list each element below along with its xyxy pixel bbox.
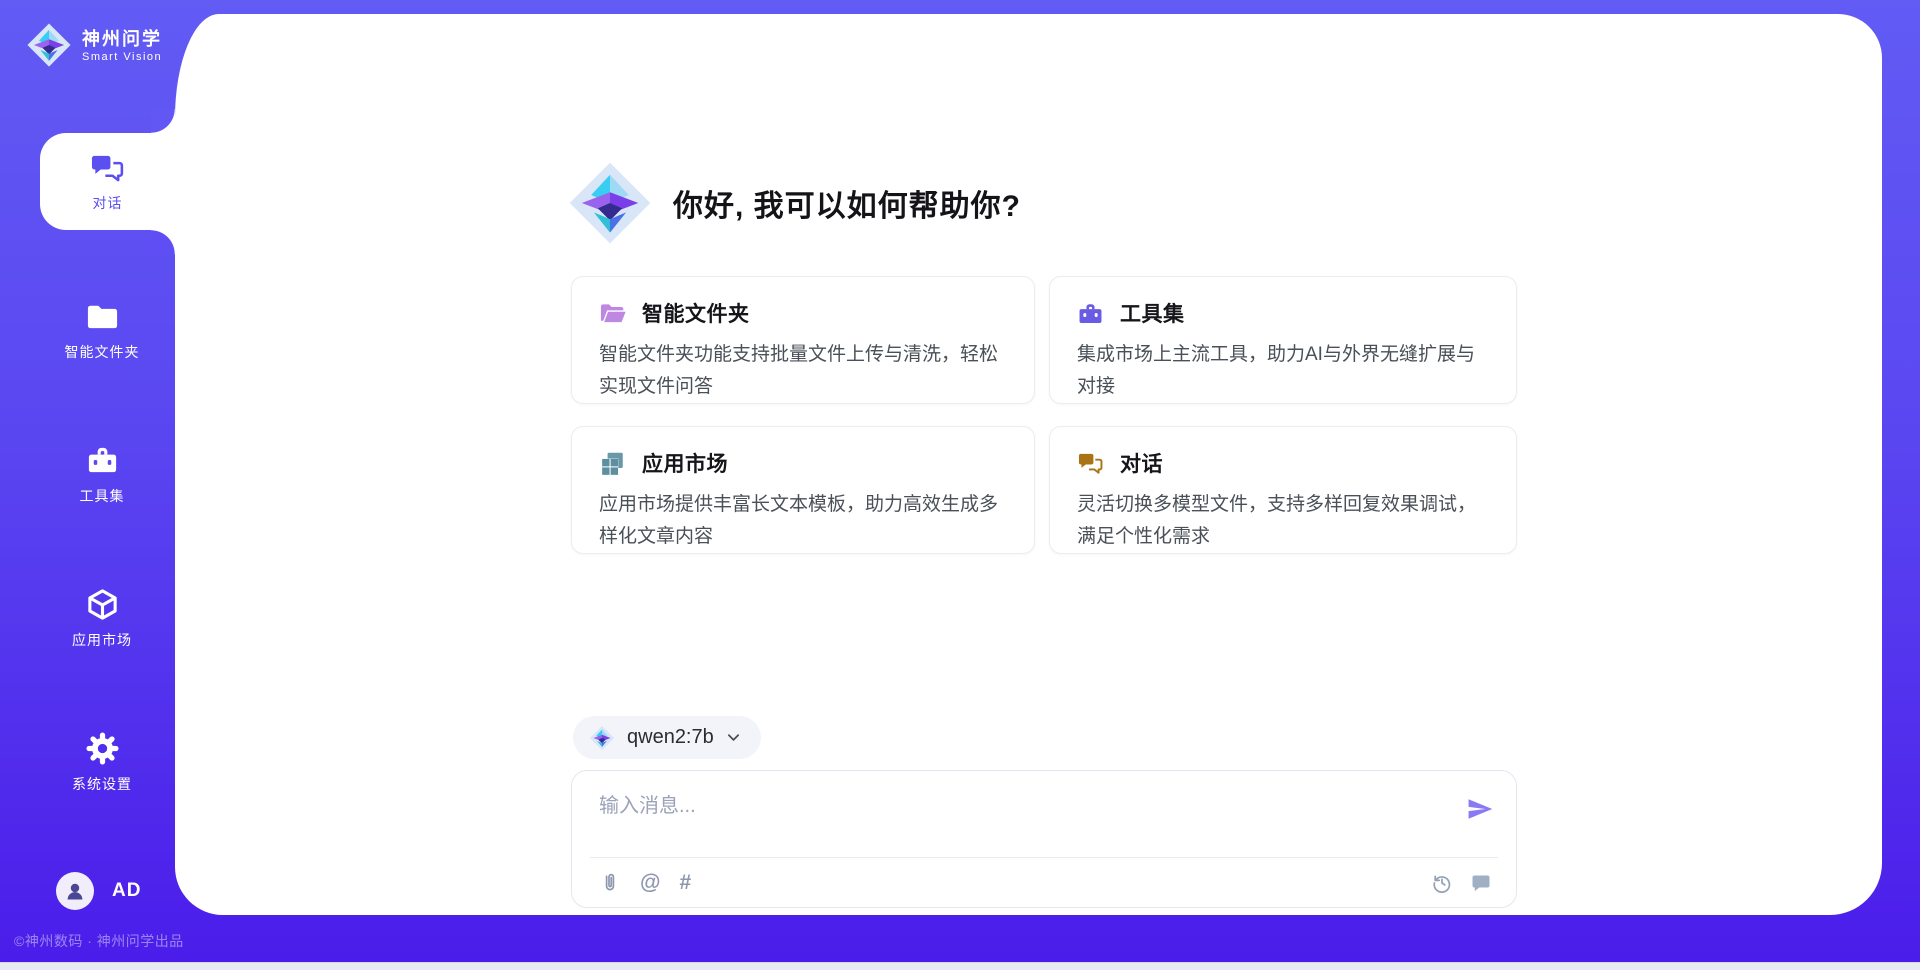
card-title: 智能文件夹 — [642, 298, 750, 328]
send-icon[interactable] — [1466, 795, 1494, 823]
folder-open-icon — [599, 301, 626, 326]
chat-icon — [90, 151, 125, 186]
card-title: 应用市场 — [642, 448, 728, 478]
sidebar-item-label: 智能文件夹 — [65, 342, 140, 362]
copyright-text: ©神州数码 · 神州问学出品 — [14, 931, 184, 951]
history-icon[interactable] — [1431, 872, 1453, 894]
card-smart-folder[interactable]: 智能文件夹 智能文件夹功能支持批量文件上传与清洗，轻松实现文件问答 — [571, 276, 1035, 404]
model-gem-icon — [589, 725, 615, 751]
card-title: 对话 — [1120, 448, 1163, 478]
card-chat[interactable]: 对话 灵活切换多模型文件，支持多样回复效果调试，满足个性化需求 — [1049, 426, 1517, 554]
card-app-market[interactable]: 应用市场 应用市场提供丰富长文本模板，助力高效生成多样化文章内容 — [571, 426, 1035, 554]
avatar — [56, 872, 94, 910]
greeting-title: 你好, 我可以如何帮助你? — [673, 181, 1021, 225]
folder-icon — [85, 299, 120, 334]
sidebar-item-smart-folder[interactable]: 智能文件夹 — [28, 284, 176, 376]
tab-fillet-top — [151, 109, 175, 133]
chat-icon — [1077, 451, 1104, 476]
cube-icon — [85, 587, 120, 622]
sidebar-item-label: 对话 — [93, 193, 123, 213]
composer-divider — [590, 857, 1498, 858]
model-selector[interactable]: qwen2:7b — [573, 716, 761, 759]
window-bottom-edge — [0, 962, 1920, 970]
sidebar-item-chat[interactable]: 对话 — [40, 133, 175, 230]
brand-logo: 神州问学 Smart Vision — [26, 22, 162, 68]
greeting: 你好, 我可以如何帮助你? — [567, 160, 1021, 246]
sidebar-item-app-market[interactable]: 应用市场 — [28, 572, 176, 664]
card-description: 智能文件夹功能支持批量文件上传与清洗，轻松实现文件问答 — [599, 339, 1008, 403]
app-window: 神州问学 Smart Vision 对话 智能文件夹 — [0, 0, 1920, 970]
card-toolset[interactable]: 工具集 集成市场上主流工具，助力AI与外界无缝扩展与对接 — [1049, 276, 1517, 404]
user-icon — [63, 879, 87, 903]
toolbox-icon — [85, 443, 120, 478]
user-name: AD — [112, 880, 141, 902]
sidebar-item-toolset[interactable]: 工具集 — [28, 428, 176, 520]
gear-icon — [85, 731, 120, 766]
sidebar-item-settings[interactable]: 系统设置 — [28, 716, 176, 808]
cube-grid-icon — [599, 451, 626, 476]
model-name: qwen2:7b — [627, 726, 714, 749]
chat-bubble-icon[interactable] — [1470, 872, 1492, 894]
toolbox-icon — [1077, 301, 1104, 326]
brand-subtitle: Smart Vision — [82, 51, 162, 63]
chevron-down-icon — [726, 730, 741, 745]
paperclip-icon[interactable] — [599, 872, 621, 894]
message-input[interactable] — [599, 789, 1419, 845]
message-composer: @ # — [571, 770, 1517, 908]
brand-name: 神州问学 — [82, 28, 162, 50]
main-panel: 你好, 我可以如何帮助你? 智能文件夹 智能文件夹功能支持批量文件上传与清洗，轻… — [175, 14, 1882, 915]
user-account[interactable]: AD — [56, 872, 141, 910]
sidebar-item-label: 工具集 — [80, 486, 125, 506]
hash-icon[interactable]: # — [679, 872, 691, 894]
sidebar-item-label: 系统设置 — [72, 774, 132, 794]
card-description: 集成市场上主流工具，助力AI与外界无缝扩展与对接 — [1077, 339, 1490, 403]
greeting-gem-icon — [567, 160, 653, 246]
sidebar-item-label: 应用市场 — [72, 630, 132, 650]
card-title: 工具集 — [1120, 298, 1185, 328]
card-description: 应用市场提供丰富长文本模板，助力高效生成多样化文章内容 — [599, 489, 1008, 553]
brand-gem-icon — [26, 22, 72, 68]
mention-icon[interactable]: @ — [640, 872, 660, 894]
feature-cards: 智能文件夹 智能文件夹功能支持批量文件上传与清洗，轻松实现文件问答 工具集 — [571, 276, 1517, 554]
card-description: 灵活切换多模型文件，支持多样回复效果调试，满足个性化需求 — [1077, 489, 1490, 553]
tab-fillet-bottom — [151, 230, 175, 254]
